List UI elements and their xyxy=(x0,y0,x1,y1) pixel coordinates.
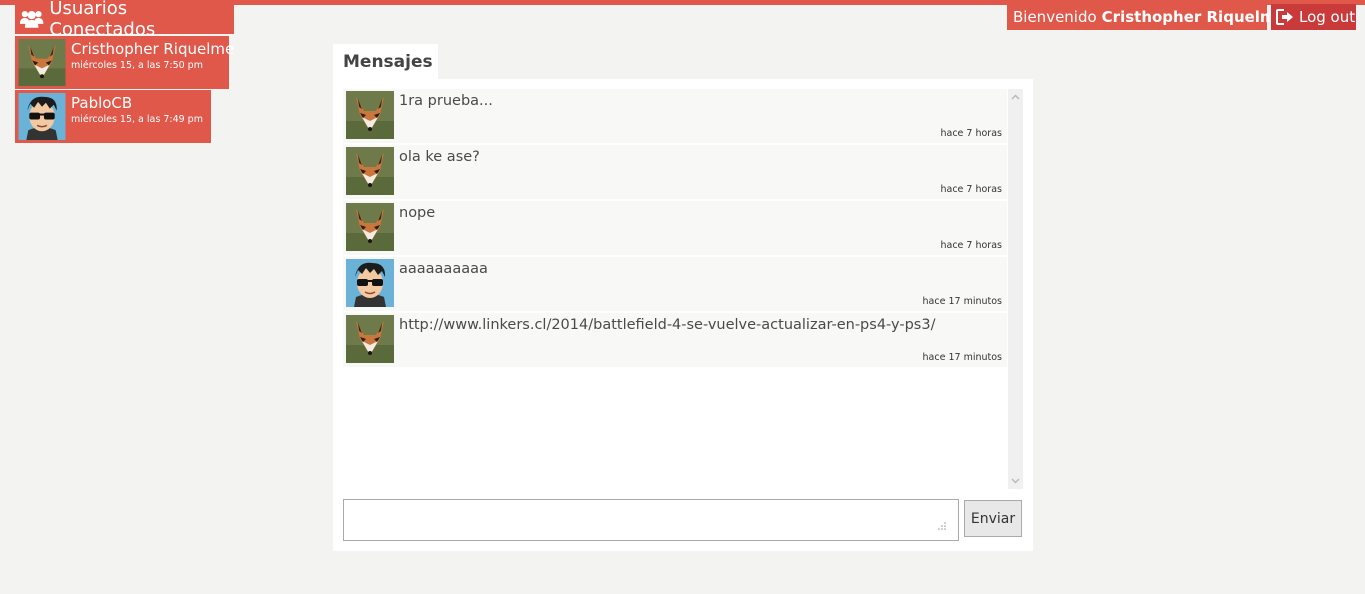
message-text: 1ra prueba... xyxy=(399,93,493,109)
connected-user-card[interactable]: PabloCB miércoles 15, a las 7:49 pm xyxy=(15,90,211,143)
message-text: nope xyxy=(399,205,436,221)
message-timestamp: hace 7 horas xyxy=(940,240,1002,251)
messages-panel: 1ra prueba... hace 7 horas ola ke ase? h… xyxy=(333,79,1033,551)
fox-avatar xyxy=(346,315,394,363)
message-link[interactable]: http://www.linkers.cl/2014/battlefield-4… xyxy=(399,317,935,333)
message-item: nope hace 7 horas xyxy=(343,201,1007,255)
fox-avatar xyxy=(18,39,66,86)
connected-user-time: miércoles 15, a las 7:49 pm xyxy=(71,114,203,125)
users-group-icon xyxy=(19,11,44,28)
message-textarea[interactable] xyxy=(344,500,958,540)
users-connected-title: Usuarios Conectados xyxy=(49,0,156,40)
resize-grip-icon[interactable] xyxy=(938,522,946,530)
message-timestamp: hace 17 minutos xyxy=(922,352,1002,363)
connected-user-name: PabloCB xyxy=(71,94,133,112)
fox-avatar xyxy=(346,203,394,251)
welcome-prefix: Bienvenido xyxy=(1013,8,1097,26)
welcome-banner: Bienvenido Cristhopher Riquelme xyxy=(1007,4,1286,30)
fox-avatar xyxy=(346,91,394,139)
message-input-box[interactable] xyxy=(343,499,959,541)
welcome-username: Cristhopher Riquelme xyxy=(1101,8,1286,26)
cartoon-sunglasses-avatar xyxy=(346,259,394,307)
send-button[interactable]: Enviar xyxy=(964,500,1022,537)
message-item: aaaaaaaaaa hace 17 minutos xyxy=(343,257,1007,311)
message-item: 1ra prueba... hace 7 horas xyxy=(343,89,1007,143)
chevron-up-icon[interactable] xyxy=(1011,93,1020,102)
connected-user-name: Cristhopher Riquelme xyxy=(71,40,235,58)
message-text: aaaaaaaaaa xyxy=(399,261,488,277)
tab-messages[interactable]: Mensajes xyxy=(333,44,438,79)
message-timestamp: hace 7 horas xyxy=(940,128,1002,139)
message-timestamp: hace 7 horas xyxy=(940,184,1002,195)
message-item: http://www.linkers.cl/2014/battlefield-4… xyxy=(343,313,1007,367)
users-connected-header: Usuarios Conectados xyxy=(15,0,234,40)
message-timestamp: hace 17 minutos xyxy=(922,296,1002,307)
cartoon-sunglasses-avatar xyxy=(18,93,66,140)
logout-label: Log out xyxy=(1299,8,1356,26)
message-item: ola ke ase? hace 7 horas xyxy=(343,145,1007,199)
connected-user-card[interactable]: Cristhopher Riquelme miércoles 15, a las… xyxy=(15,36,234,89)
chevron-down-icon[interactable] xyxy=(1011,476,1020,485)
message-list-scrollbar[interactable] xyxy=(1008,89,1023,489)
sign-out-icon xyxy=(1276,9,1293,25)
fox-avatar xyxy=(346,147,394,195)
connected-user-time: miércoles 15, a las 7:50 pm xyxy=(71,60,203,71)
logout-button[interactable]: Log out xyxy=(1271,4,1356,30)
message-text: ola ke ase? xyxy=(399,149,480,165)
message-list: 1ra prueba... hace 7 horas ola ke ase? h… xyxy=(343,89,1007,489)
